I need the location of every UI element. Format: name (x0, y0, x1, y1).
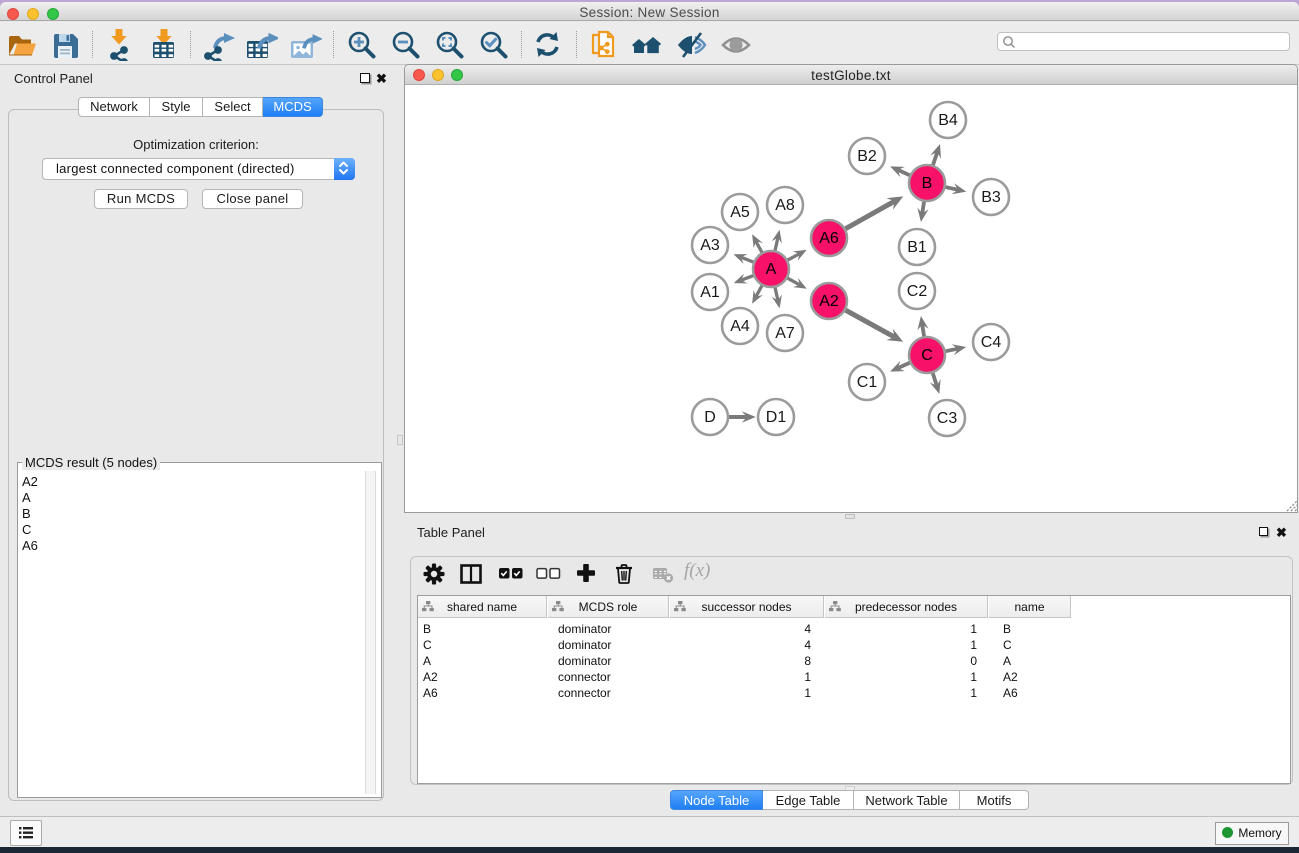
svg-text:B2: B2 (857, 148, 877, 165)
svg-text:B4: B4 (938, 112, 958, 129)
svg-text:A7: A7 (775, 325, 795, 342)
svg-text:C2: C2 (907, 283, 928, 300)
svg-text:B3: B3 (981, 189, 1001, 206)
svg-text:A5: A5 (730, 204, 750, 221)
svg-text:D1: D1 (766, 409, 787, 426)
svg-text:A6: A6 (819, 230, 839, 247)
svg-text:A8: A8 (775, 197, 795, 214)
svg-text:A3: A3 (700, 237, 720, 254)
svg-text:C4: C4 (981, 334, 1002, 351)
svg-text:A4: A4 (730, 318, 750, 335)
svg-text:C3: C3 (937, 410, 958, 427)
svg-text:D: D (704, 409, 716, 426)
svg-text:C: C (921, 347, 933, 364)
svg-text:A: A (766, 261, 777, 278)
svg-text:A2: A2 (819, 293, 839, 310)
svg-text:C1: C1 (857, 374, 878, 391)
svg-text:B1: B1 (907, 239, 927, 256)
svg-text:B: B (922, 175, 933, 192)
svg-text:A1: A1 (700, 284, 720, 301)
